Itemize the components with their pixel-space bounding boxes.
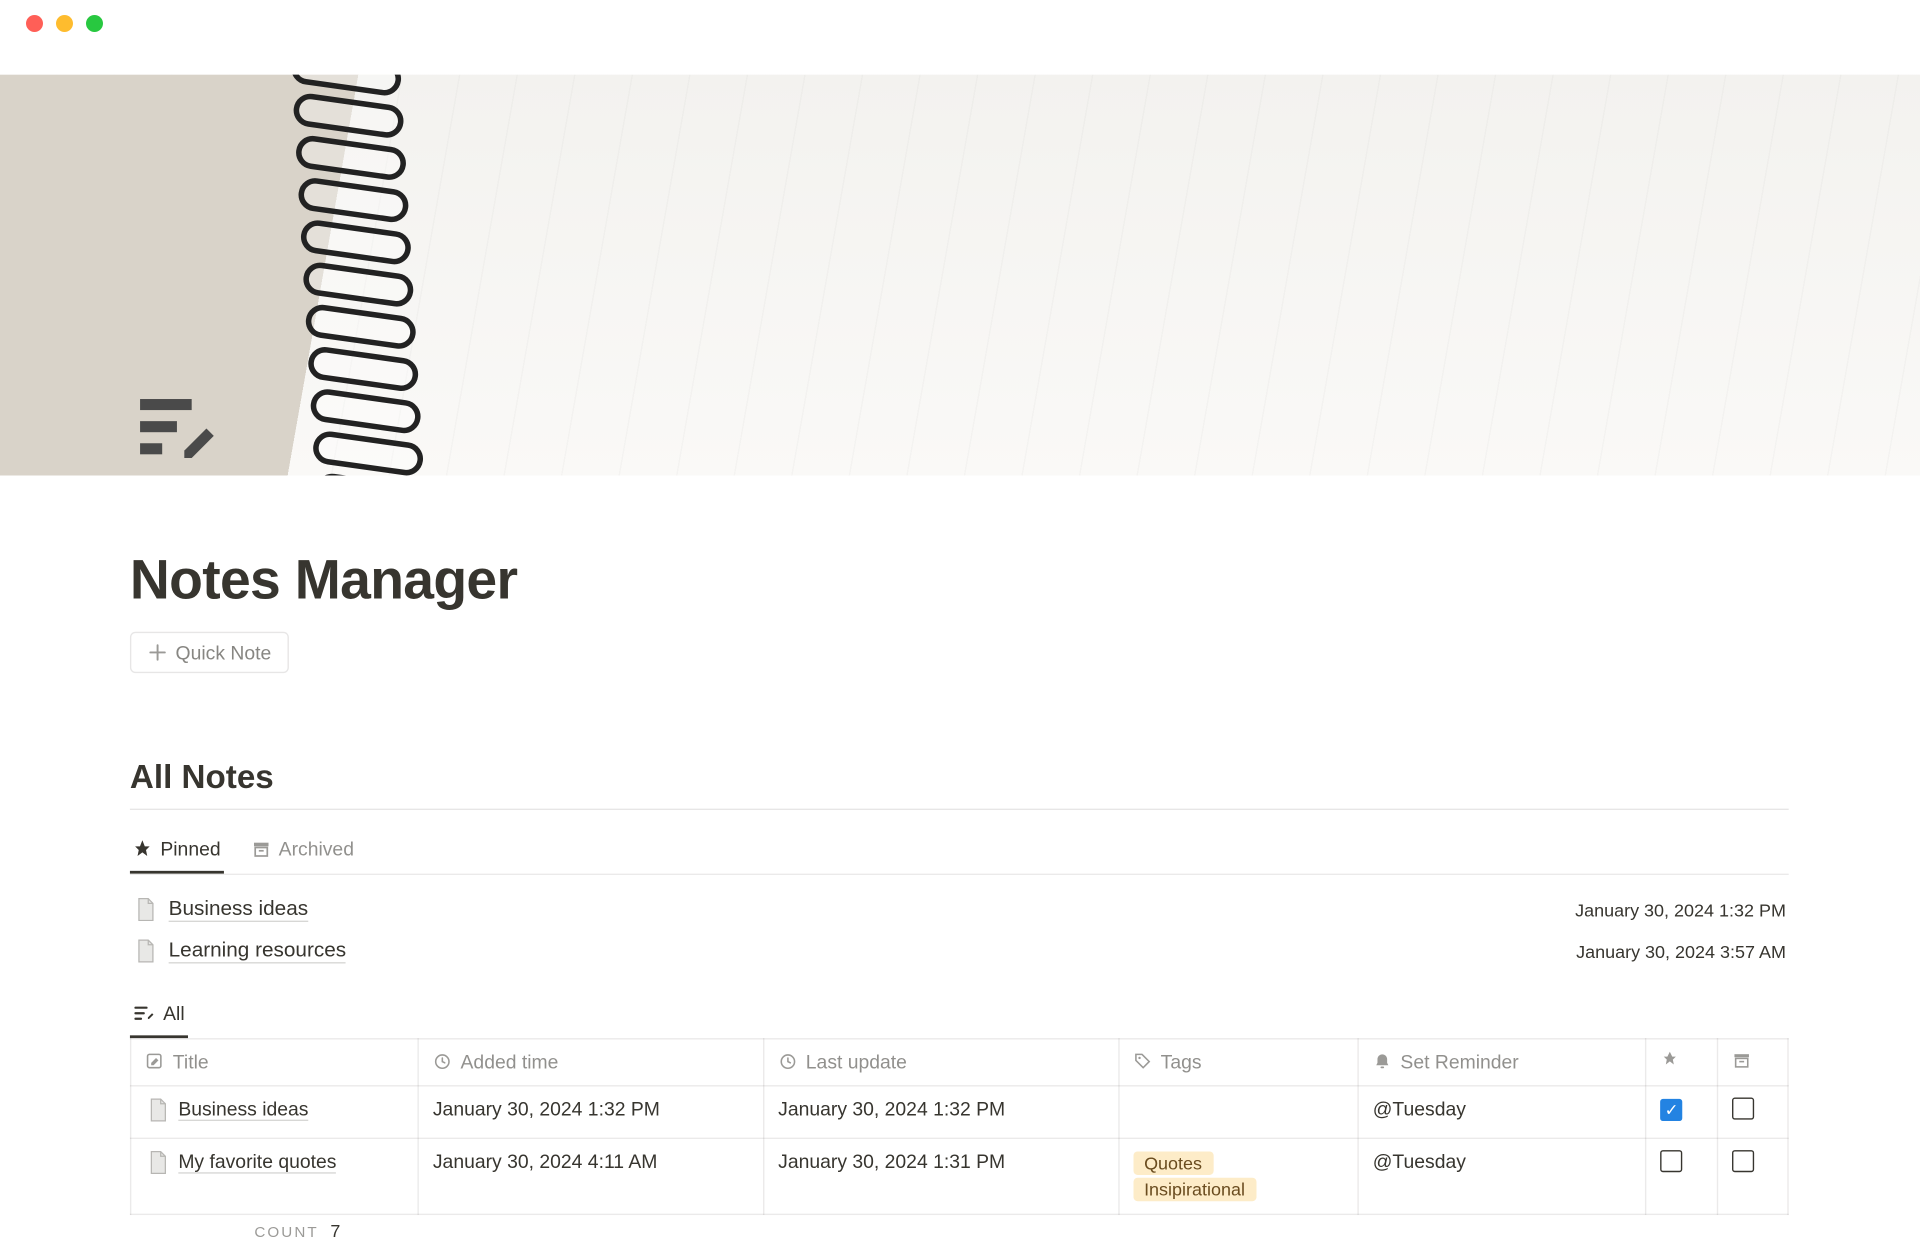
row-title: Business ideas xyxy=(178,1098,308,1121)
section-heading-all-notes: All Notes xyxy=(130,759,1789,810)
row-tags: Quotes Insipirational xyxy=(1118,1138,1358,1214)
cover-image[interactable] xyxy=(0,75,1920,476)
note-title: Learning resources xyxy=(169,939,347,964)
note-title: Business ideas xyxy=(169,897,308,922)
edit-icon xyxy=(145,1052,164,1071)
plus-icon xyxy=(148,643,167,662)
page-title[interactable]: Notes Manager xyxy=(130,476,1789,613)
table-row[interactable]: Business ideas January 30, 2024 1:32 PM … xyxy=(131,1086,1788,1139)
archive-icon xyxy=(251,839,270,858)
tab-all[interactable]: All xyxy=(130,997,187,1038)
col-header-pin[interactable] xyxy=(1646,1039,1717,1086)
col-header-tags[interactable]: Tags xyxy=(1118,1039,1358,1086)
clock-icon xyxy=(778,1052,797,1071)
window-close-button[interactable] xyxy=(26,15,43,32)
pinned-list: Business ideas January 30, 2024 1:32 PM … xyxy=(130,889,1789,972)
bell-icon xyxy=(1373,1052,1392,1071)
row-reminder: @Tuesday xyxy=(1358,1138,1646,1214)
col-header-title[interactable]: Title xyxy=(131,1039,419,1086)
row-tags xyxy=(1118,1086,1358,1139)
archive-checkbox[interactable] xyxy=(1731,1150,1753,1172)
tab-label: Archived xyxy=(279,838,354,860)
note-date: January 30, 2024 1:32 PM xyxy=(1575,899,1786,920)
col-header-added[interactable]: Added time xyxy=(418,1039,763,1086)
row-reminder: @Tuesday xyxy=(1358,1086,1646,1139)
page-icon xyxy=(133,897,158,922)
row-updated: January 30, 2024 1:32 PM xyxy=(764,1086,1119,1139)
pin-icon xyxy=(133,839,152,858)
window-controls xyxy=(0,0,1920,46)
pin-icon xyxy=(1661,1051,1680,1070)
page-icon xyxy=(145,1098,170,1127)
notes-table: Title Added time Last update xyxy=(130,1038,1789,1215)
window-maximize-button[interactable] xyxy=(86,15,103,32)
page-icon[interactable] xyxy=(130,382,224,476)
clock-icon xyxy=(433,1052,452,1071)
row-added: January 30, 2024 4:11 AM xyxy=(418,1138,763,1214)
view-tabs: Pinned Archived xyxy=(130,827,1789,875)
tab-archived[interactable]: Archived xyxy=(248,827,356,874)
pin-checkbox[interactable] xyxy=(1661,1150,1683,1172)
quick-note-label: Quick Note xyxy=(176,641,272,663)
tag-icon xyxy=(1133,1052,1152,1071)
quick-note-button[interactable]: Quick Note xyxy=(130,632,289,673)
row-added: January 30, 2024 1:32 PM xyxy=(418,1086,763,1139)
page-icon xyxy=(133,939,158,964)
row-title: My favorite quotes xyxy=(178,1150,336,1173)
count-summary: COUNT 7 xyxy=(130,1221,1789,1241)
col-header-reminder[interactable]: Set Reminder xyxy=(1358,1039,1646,1086)
list-edit-icon xyxy=(133,1002,155,1024)
archive-checkbox[interactable] xyxy=(1731,1098,1753,1120)
pin-checkbox[interactable] xyxy=(1661,1099,1683,1121)
tab-pinned[interactable]: Pinned xyxy=(130,827,223,874)
window-minimize-button[interactable] xyxy=(56,15,73,32)
list-item[interactable]: Learning resources January 30, 2024 3:57… xyxy=(130,930,1789,971)
col-header-archive[interactable] xyxy=(1717,1039,1788,1086)
note-date: January 30, 2024 3:57 AM xyxy=(1576,941,1786,962)
tab-label: All xyxy=(163,1002,185,1024)
tag[interactable]: Insipirational xyxy=(1133,1178,1256,1201)
table-row[interactable]: My favorite quotes January 30, 2024 4:11… xyxy=(131,1138,1788,1214)
archive-icon xyxy=(1731,1051,1750,1070)
col-header-updated[interactable]: Last update xyxy=(764,1039,1119,1086)
tab-label: Pinned xyxy=(160,838,220,860)
list-item[interactable]: Business ideas January 30, 2024 1:32 PM xyxy=(130,889,1789,930)
tag[interactable]: Quotes xyxy=(1133,1151,1213,1174)
page-icon xyxy=(145,1150,170,1179)
row-updated: January 30, 2024 1:31 PM xyxy=(764,1138,1119,1214)
